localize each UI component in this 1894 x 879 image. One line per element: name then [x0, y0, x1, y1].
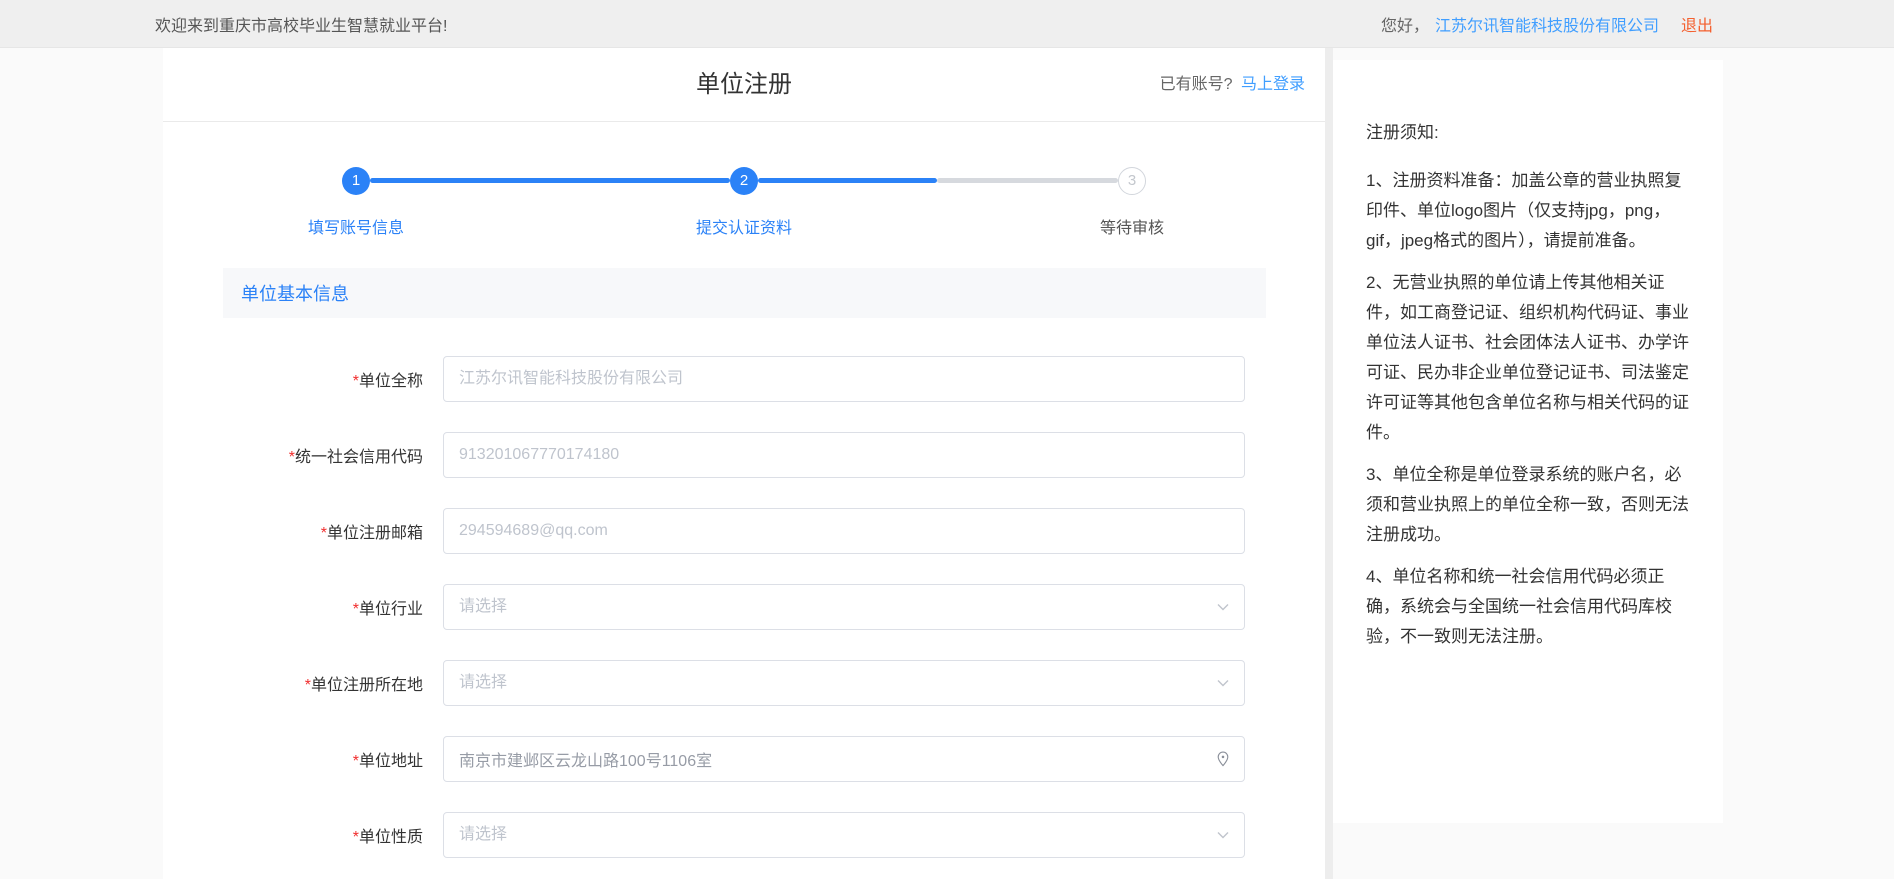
logout-link[interactable]: 退出 — [1681, 12, 1713, 36]
email-control — [443, 508, 1245, 554]
page-body: 单位注册 已有账号? 马上登录 1 2 3 填写账号信息 提交认证资料 等待审核… — [0, 48, 1894, 879]
registered-location-select-input[interactable] — [443, 660, 1245, 706]
welcome-text: 欢迎来到重庆市高校毕业生智慧就业平台! — [155, 12, 447, 36]
registered-location-select[interactable] — [443, 660, 1245, 706]
chevron-down-icon[interactable] — [1214, 826, 1232, 844]
chevron-down-icon[interactable] — [1214, 598, 1232, 616]
unit-nature-select[interactable] — [443, 812, 1245, 858]
notice-paragraph-3: 3、单位全称是单位登录系统的账户名，必须和营业执照上的单位全称一致，否则无法注册… — [1366, 460, 1690, 550]
page-title: 单位注册 — [163, 48, 1325, 122]
topbar-account-area: 您好， 江苏尔讯智能科技股份有限公司 退出 — [1381, 12, 1713, 36]
field-label: *单位行业 — [163, 595, 423, 619]
section-banner: 单位基本信息 — [223, 268, 1266, 318]
step-indicator: 1 2 3 填写账号信息 提交认证资料 等待审核 — [163, 122, 1325, 268]
location-pin-icon[interactable] — [1214, 750, 1232, 768]
field-label: *单位地址 — [163, 747, 423, 771]
registration-card: 单位注册 已有账号? 马上登录 1 2 3 填写账号信息 提交认证资料 等待审核… — [163, 48, 1325, 879]
topbar: 欢迎来到重庆市高校毕业生智慧就业平台! 您好， 江苏尔讯智能科技股份有限公司 退… — [0, 0, 1894, 48]
step-circle-1: 1 — [342, 167, 370, 195]
credit-code-input[interactable] — [443, 432, 1245, 478]
step-label-await-review: 等待审核 — [1052, 214, 1212, 238]
step-connector-1-2 — [370, 178, 730, 183]
field-label: *单位注册邮箱 — [163, 519, 423, 543]
step-connector-2-3-done — [758, 178, 937, 183]
step-connector-2-3-rest — [937, 178, 1118, 183]
field-label: *单位性质 — [163, 823, 423, 847]
step-circle-3: 3 — [1118, 167, 1146, 195]
notice-paragraph-4: 4、单位名称和统一社会信用代码必须正确，系统会与全国统一社会信用代码库校验，不一… — [1366, 562, 1690, 652]
chevron-down-icon[interactable] — [1214, 674, 1232, 692]
card-header: 单位注册 已有账号? 马上登录 — [163, 48, 1325, 122]
form-row-registered-location: *单位注册所在地 — [163, 660, 1325, 706]
have-account-text: 已有账号? — [1160, 76, 1233, 93]
greeting-prefix: 您好， — [1381, 12, 1429, 36]
company-name-control — [443, 356, 1245, 402]
panel-gap — [1325, 48, 1333, 879]
address-control — [443, 736, 1245, 782]
form-row-unit-nature: *单位性质 — [163, 812, 1325, 858]
login-hint: 已有账号? 马上登录 — [1160, 48, 1305, 122]
form-row-credit-code: *统一社会信用代码 — [163, 432, 1325, 478]
field-label: *统一社会信用代码 — [163, 443, 423, 467]
field-label: *单位注册所在地 — [163, 671, 423, 695]
form-row-address: *单位地址 — [163, 736, 1325, 782]
step-circle-2: 2 — [730, 167, 758, 195]
step-label-submit-materials: 提交认证资料 — [664, 214, 824, 238]
industry-select-input[interactable] — [443, 584, 1245, 630]
notice-title: 注册须知: — [1366, 118, 1690, 148]
unit-nature-select-input[interactable] — [443, 812, 1245, 858]
industry-select[interactable] — [443, 584, 1245, 630]
step-label-account-info: 填写账号信息 — [276, 214, 436, 238]
address-input[interactable] — [443, 736, 1245, 782]
credit-code-control — [443, 432, 1245, 478]
notice-paragraph-2: 2、无营业执照的单位请上传其他相关证件，如工商登记证、组织机构代码证、事业单位法… — [1366, 268, 1690, 448]
notice-paragraph-1: 1、注册资料准备：加盖公章的营业执照复印件、单位logo图片（仅支持jpg，pn… — [1366, 166, 1690, 256]
form-row-company-name: *单位全称 — [163, 356, 1325, 402]
company-account-link[interactable]: 江苏尔讯智能科技股份有限公司 — [1435, 12, 1659, 36]
email-input[interactable] — [443, 508, 1245, 554]
notice-sidebar: 注册须知: 1、注册资料准备：加盖公章的营业执照复印件、单位logo图片（仅支持… — [1333, 60, 1723, 823]
field-label: *单位全称 — [163, 367, 423, 391]
company-name-input[interactable] — [443, 356, 1245, 402]
section-title-basic-info: 单位基本信息 — [241, 280, 349, 306]
form-row-email: *单位注册邮箱 — [163, 508, 1325, 554]
unit-basic-info-form: *单位全称 *统一社会信用代码 *单位注册邮箱 *单位行业 — [163, 356, 1325, 858]
login-now-link[interactable]: 马上登录 — [1241, 76, 1305, 93]
form-row-industry: *单位行业 — [163, 584, 1325, 630]
